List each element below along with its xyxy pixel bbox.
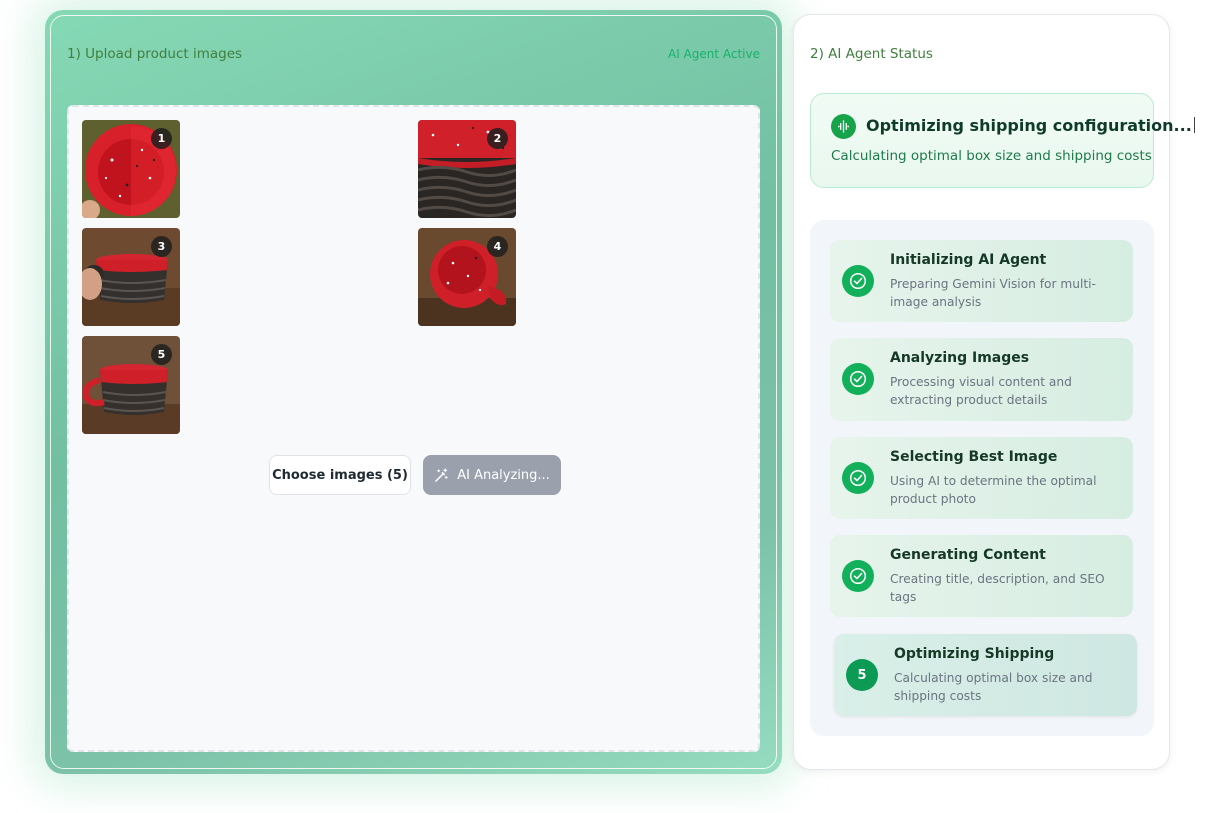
- step-description: Processing visual content and extracting…: [890, 375, 1072, 407]
- product-thumbnail-3[interactable]: 3: [82, 228, 180, 326]
- step-item: Generating Content Creating title, descr…: [830, 535, 1133, 617]
- check-circle-icon: [842, 462, 874, 494]
- step-item: Initializing AI Agent Preparing Gemini V…: [830, 240, 1133, 322]
- status-title: 2) AI Agent Status: [810, 46, 933, 62]
- image-number-badge: 3: [151, 236, 172, 257]
- check-circle-icon: [842, 363, 874, 395]
- product-thumbnail-4[interactable]: 4: [418, 228, 516, 326]
- ai-analyzing-label: AI Analyzing...: [457, 467, 550, 483]
- upload-title: 1) Upload product images: [67, 46, 243, 62]
- check-circle-icon: [842, 560, 874, 592]
- image-number-badge: 5: [151, 344, 172, 365]
- step-description: Calculating optimal box size and shippin…: [894, 671, 1093, 703]
- step-title: Initializing AI Agent: [890, 252, 1047, 268]
- step-description: Preparing Gemini Vision for multi-image …: [890, 277, 1096, 309]
- product-thumbnail-1[interactable]: 1: [82, 120, 180, 218]
- check-circle-icon: [842, 265, 874, 297]
- step-item-active: 5 Optimizing Shipping Calculating optima…: [834, 634, 1137, 716]
- product-thumbnail-5[interactable]: 5: [82, 336, 180, 434]
- agent-active-label: AI Agent Active: [667, 47, 760, 61]
- image-number-badge: 1: [151, 128, 172, 149]
- sparkle-icon: [831, 114, 856, 139]
- step-title: Generating Content: [890, 547, 1046, 563]
- product-thumbnail-2[interactable]: 2: [418, 120, 516, 218]
- upload-panel: 1) Upload product images AI Agent Active…: [45, 10, 782, 774]
- current-task-card: Optimizing shipping configuration... Cal…: [810, 93, 1192, 188]
- steps-list: Initializing AI Agent Preparing Gemini V…: [810, 220, 1154, 736]
- agent-status-panel: 2) AI Agent Status Optimizing shipping c…: [793, 14, 1192, 770]
- step-description: Using AI to determine the optimal produc…: [890, 474, 1097, 506]
- step-title: Selecting Best Image: [890, 449, 1058, 465]
- step-item: Selecting Best Image Using AI to determi…: [830, 437, 1133, 519]
- current-task-description: Calculating optimal box size and shippin…: [831, 148, 1152, 164]
- magic-wand-icon: [435, 467, 448, 482]
- step-description: Creating title, description, and SEO tag…: [890, 572, 1105, 604]
- image-number-badge: 2: [487, 128, 508, 149]
- step-title: Analyzing Images: [890, 350, 1030, 366]
- step-number: 5: [846, 659, 878, 691]
- current-task-title: Optimizing shipping configuration...: [866, 116, 1195, 135]
- step-title: Optimizing Shipping: [894, 646, 1055, 662]
- choose-images-button[interactable]: Choose images (5): [269, 455, 411, 495]
- step-item: Analyzing Images Processing visual conte…: [830, 338, 1133, 421]
- image-number-badge: 4: [487, 236, 508, 257]
- image-dropzone[interactable]: 1 2 3 4 5 Choose images (5) AI Analyzing…: [67, 105, 760, 752]
- ai-analyzing-button[interactable]: AI Analyzing...: [423, 455, 561, 495]
